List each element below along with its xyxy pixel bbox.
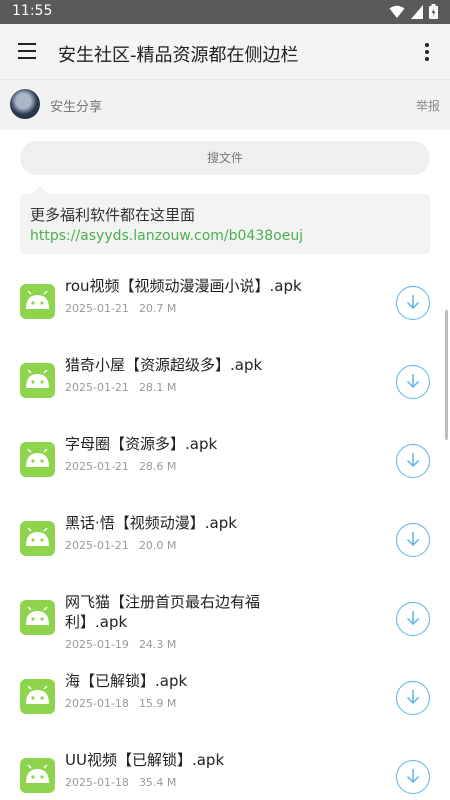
android-app-icon xyxy=(20,442,55,477)
file-row[interactable]: 网飞猫【注册首页最右边有福利】.apk 2025-01-19 24.3 M xyxy=(0,586,450,658)
file-size: 15.9 M xyxy=(138,697,177,710)
wifi-icon xyxy=(389,5,405,18)
file-date: 2025-01-18 xyxy=(65,697,129,710)
download-icon[interactable] xyxy=(396,681,430,715)
download-icon[interactable] xyxy=(396,760,430,794)
file-meta: 2025-01-21 20.7 M xyxy=(65,302,186,315)
scrollbar[interactable] xyxy=(445,310,448,440)
file-date: 2025-01-18 xyxy=(65,776,129,789)
search-files-button[interactable]: 搜文件 xyxy=(20,141,430,175)
android-app-icon xyxy=(20,521,55,556)
author-name[interactable]: 安生分享 xyxy=(50,96,102,115)
file-row[interactable]: 黑话·悟【视频动漫】.apk 2025-01-21 20.0 M xyxy=(0,507,450,579)
file-size: 20.7 M xyxy=(138,302,177,315)
file-row[interactable]: 猎奇小屋【资源超级多】.apk 2025-01-21 28.1 M xyxy=(0,349,450,421)
file-meta: 2025-01-19 24.3 M xyxy=(65,638,186,651)
file-row[interactable]: 海【已解锁】.apk 2025-01-18 15.9 M xyxy=(0,665,450,737)
signal-icon xyxy=(411,4,423,19)
avatar[interactable] xyxy=(10,89,40,119)
android-app-icon xyxy=(20,758,55,793)
file-date: 2025-01-21 xyxy=(65,381,129,394)
notice-link[interactable]: https://asyyds.lanzouw.com/b0438oeuj xyxy=(30,228,420,244)
file-date: 2025-01-19 xyxy=(65,638,129,651)
file-meta: 2025-01-18 35.4 M xyxy=(65,776,186,789)
notice-card: 更多福利软件都在这里面 https://asyyds.lanzouw.com/b… xyxy=(20,186,430,254)
android-app-icon xyxy=(20,600,55,635)
android-app-icon xyxy=(20,284,55,319)
android-app-icon xyxy=(20,363,55,398)
file-date: 2025-01-21 xyxy=(65,302,129,315)
file-date: 2025-01-21 xyxy=(65,539,129,552)
notice-text: 更多福利软件都在这里面 xyxy=(30,206,196,224)
download-icon[interactable] xyxy=(396,365,430,399)
file-name[interactable]: UU视频【已解锁】.apk xyxy=(65,750,315,770)
battery-icon xyxy=(429,4,438,19)
file-size: 28.6 M xyxy=(138,460,177,473)
file-row[interactable]: rou视频【视频动漫漫画小说】.apk 2025-01-21 20.7 M xyxy=(0,270,450,342)
android-app-icon xyxy=(20,679,55,714)
file-name[interactable]: 海【已解锁】.apk xyxy=(65,671,315,691)
report-button[interactable]: 举报 xyxy=(416,97,440,114)
file-size: 20.0 M xyxy=(138,539,177,552)
file-date: 2025-01-21 xyxy=(65,460,129,473)
file-row[interactable]: UU视频【已解锁】.apk 2025-01-18 35.4 M xyxy=(0,744,450,800)
file-size: 35.4 M xyxy=(138,776,177,789)
status-time: 11:55 xyxy=(12,3,53,19)
file-row[interactable]: 字母圈【资源多】.apk 2025-01-21 28.6 M xyxy=(0,428,450,500)
status-icons xyxy=(389,4,438,19)
file-size: 28.1 M xyxy=(138,381,177,394)
file-name[interactable]: 网飞猫【注册首页最右边有福利】.apk xyxy=(65,592,315,632)
more-vert-icon[interactable] xyxy=(424,42,430,62)
download-icon[interactable] xyxy=(396,523,430,557)
app-bar: 安生社区-精品资源都在侧边栏 xyxy=(0,24,450,80)
file-meta: 2025-01-21 28.1 M xyxy=(65,381,186,394)
page-title: 安生社区-精品资源都在侧边栏 xyxy=(58,45,299,66)
file-name[interactable]: rou视频【视频动漫漫画小说】.apk xyxy=(65,276,315,296)
file-name[interactable]: 字母圈【资源多】.apk xyxy=(65,434,315,454)
download-icon[interactable] xyxy=(396,602,430,636)
file-name[interactable]: 黑话·悟【视频动漫】.apk xyxy=(65,513,315,533)
download-icon[interactable] xyxy=(396,286,430,320)
content-area: 安生分享 举报 搜文件 更多福利软件都在这里面 https://asyyds.l… xyxy=(0,80,450,800)
status-bar: 11:55 xyxy=(0,0,450,24)
author-row: 安生分享 举报 xyxy=(0,80,450,130)
download-icon[interactable] xyxy=(396,444,430,478)
file-size: 24.3 M xyxy=(138,638,177,651)
file-name[interactable]: 猎奇小屋【资源超级多】.apk xyxy=(65,355,315,375)
file-meta: 2025-01-21 20.0 M xyxy=(65,539,186,552)
file-panel: 搜文件 更多福利软件都在这里面 https://asyyds.lanzouw.c… xyxy=(0,130,450,800)
file-meta: 2025-01-21 28.6 M xyxy=(65,460,186,473)
file-meta: 2025-01-18 15.9 M xyxy=(65,697,186,710)
menu-icon[interactable] xyxy=(18,42,38,60)
